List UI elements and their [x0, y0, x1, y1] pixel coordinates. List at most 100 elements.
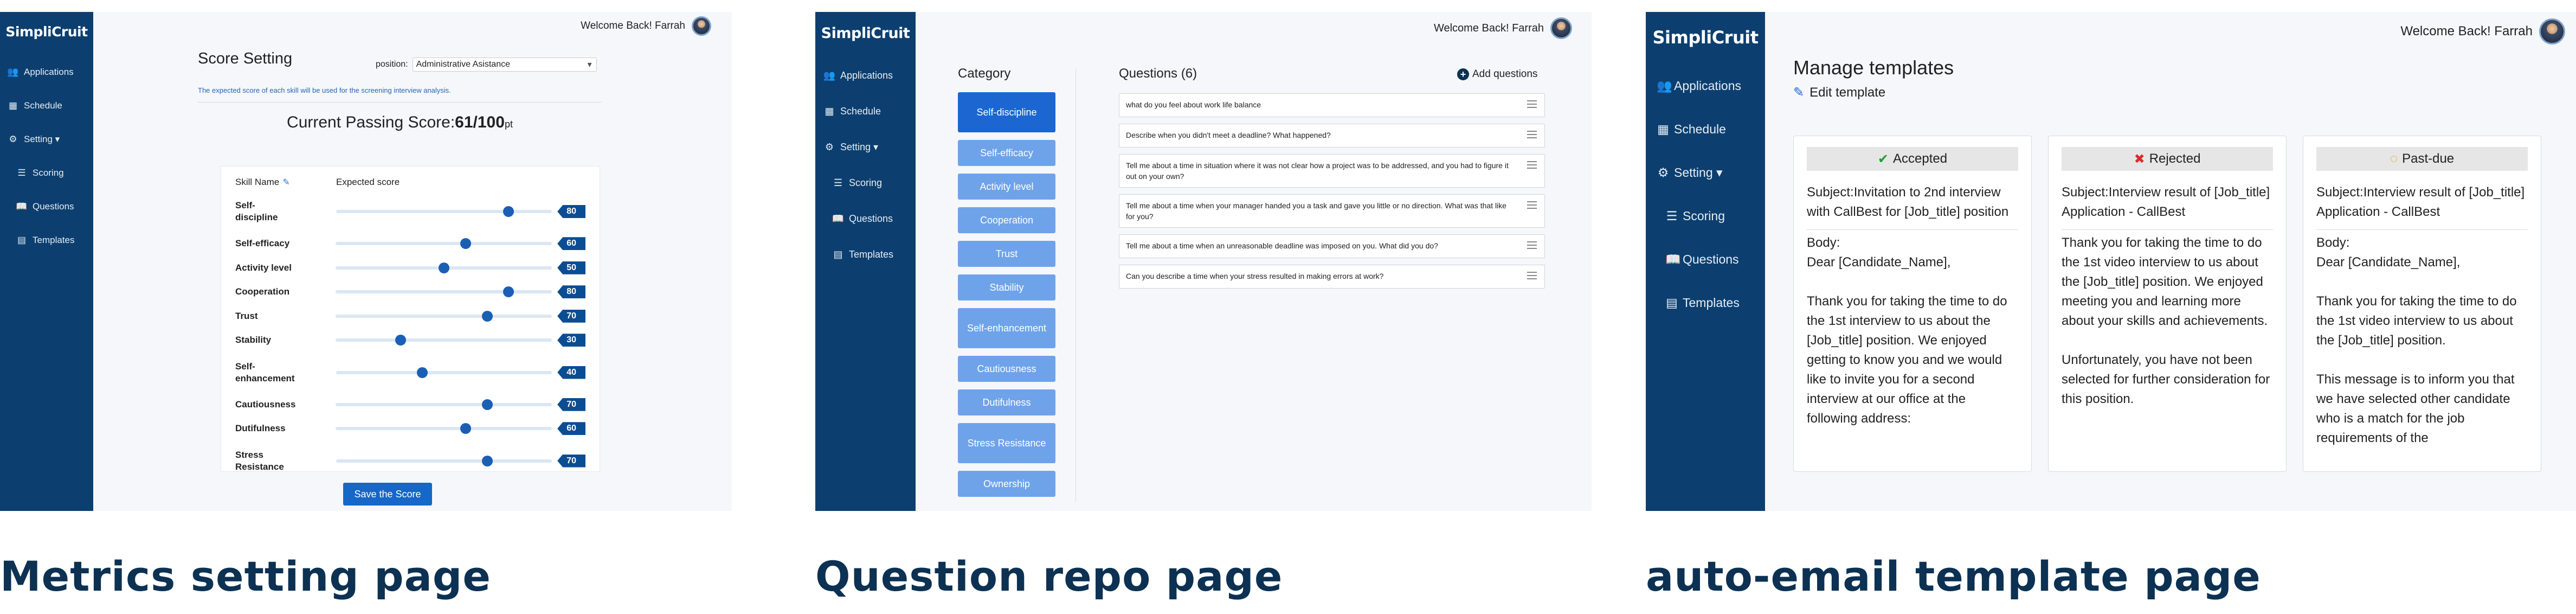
- plus-circle-icon: +: [1457, 68, 1469, 80]
- slider-handle[interactable]: [460, 238, 471, 250]
- drag-handle-icon[interactable]: [1527, 241, 1537, 249]
- sidebar-item-templates[interactable]: ▤ Templates: [1646, 281, 1765, 324]
- edit-icon[interactable]: ✎: [282, 178, 289, 187]
- score-value-badge: 60: [557, 237, 586, 251]
- welcome-text: Welcome Back! Farrah: [1433, 22, 1544, 34]
- user-gear-icon: ⚙: [825, 141, 834, 152]
- score-slider[interactable]: [336, 399, 552, 410]
- template-icon: ▤: [1666, 295, 1678, 310]
- avatar[interactable]: [1550, 17, 1572, 39]
- category-item[interactable]: Self-discipline: [958, 92, 1055, 132]
- template-card[interactable]: ✔ Accepted Subject:Invitation to 2nd inter…: [1793, 136, 2032, 472]
- category-item[interactable]: Self-enhancement: [958, 308, 1055, 348]
- cross-icon: ✖: [2134, 151, 2145, 167]
- passing-score: Current Passing Score:61/100pt: [198, 113, 602, 132]
- column-header-label: Skill Name: [235, 177, 280, 187]
- score-slider[interactable]: [336, 286, 552, 298]
- sidebar-item-schedule[interactable]: ▦ Schedule: [815, 93, 916, 129]
- save-score-button[interactable]: Save the Score: [343, 483, 432, 506]
- skill-row: Stability 30: [235, 328, 586, 353]
- position-label: position:: [376, 60, 408, 69]
- score-slider[interactable]: [336, 206, 552, 217]
- top-bar: Welcome Back! Farrah: [581, 16, 711, 36]
- slider-handle[interactable]: [460, 423, 471, 434]
- brand-logo: SimpliCruit: [821, 25, 910, 42]
- sidebar-item-setting[interactable]: ⚙ Setting ▾: [1646, 151, 1765, 194]
- sidebar-item-schedule[interactable]: ▦ Schedule: [1646, 107, 1765, 151]
- question-item[interactable]: Describe when you didn't meet a deadline…: [1119, 124, 1545, 148]
- slider-handle[interactable]: [481, 455, 493, 466]
- sidebar-item-applications[interactable]: 👥 Applications: [1646, 64, 1765, 107]
- users-icon: 👥: [7, 67, 19, 77]
- score-slider[interactable]: [336, 423, 552, 434]
- sidebar-item-setting[interactable]: ⚙ Setting ▾: [0, 123, 93, 156]
- sidebar-item-scoring[interactable]: ☰ Scoring: [1646, 194, 1765, 238]
- sidebar-item-templates[interactable]: ▤ Templates: [0, 223, 93, 257]
- drag-handle-icon[interactable]: [1527, 201, 1537, 209]
- avatar[interactable]: [692, 16, 711, 36]
- sidebar-item-setting[interactable]: ⚙ Setting ▾: [815, 129, 916, 165]
- slider-handle[interactable]: [481, 399, 493, 410]
- question-item[interactable]: what do you feel about work life balance: [1119, 93, 1545, 117]
- position-select[interactable]: Administrative Asistance: [412, 57, 597, 72]
- drag-handle-icon[interactable]: [1527, 131, 1537, 138]
- question-item[interactable]: Tell me about a time when your manager h…: [1119, 194, 1545, 228]
- category-item[interactable]: Stress Resistance: [958, 423, 1055, 463]
- slider-handle[interactable]: [503, 206, 514, 217]
- score-slider[interactable]: [336, 238, 552, 250]
- divider: [2062, 229, 2273, 230]
- category-item[interactable]: Trust: [958, 241, 1055, 267]
- category-item[interactable]: Cooperation: [958, 207, 1055, 233]
- score-slider[interactable]: [336, 335, 552, 346]
- score-value-badge: 70: [557, 309, 586, 323]
- category-item[interactable]: Self-efficacy: [958, 140, 1055, 166]
- score-slider[interactable]: [336, 367, 552, 378]
- slider-handle[interactable]: [438, 262, 449, 273]
- drag-handle-icon[interactable]: [1527, 161, 1537, 169]
- slider-handle[interactable]: [395, 335, 407, 346]
- drag-handle-icon[interactable]: [1527, 100, 1537, 108]
- score-slider[interactable]: [336, 310, 552, 322]
- question-item[interactable]: Can you describe a time when your stress…: [1119, 265, 1545, 289]
- avatar[interactable]: [2539, 18, 2565, 44]
- sidebar-item-label: Setting: [840, 141, 871, 152]
- calendar-icon: ▦: [825, 105, 834, 117]
- template-card[interactable]: ◌ Past-due Subject:Interview result of [Jo…: [2303, 136, 2541, 472]
- sidebar-item-label: Schedule: [840, 105, 881, 117]
- sidebar-item-questions[interactable]: 📖 Questions: [1646, 238, 1765, 281]
- sidebar-item-applications[interactable]: 👥 Applications: [0, 55, 93, 89]
- sidebar-item-questions[interactable]: 📖 Questions: [0, 190, 93, 223]
- question-item[interactable]: Tell me about a time in situation where …: [1119, 154, 1545, 188]
- sidebar-item-templates[interactable]: ▤ Templates: [815, 236, 916, 272]
- category-item[interactable]: Stability: [958, 274, 1055, 300]
- score-value-badge: 40: [557, 366, 585, 379]
- category-item[interactable]: Dutifulness: [958, 389, 1055, 415]
- drag-handle-icon[interactable]: [1527, 272, 1537, 279]
- question-item[interactable]: Tell me about a time when an unreasonabl…: [1119, 234, 1545, 258]
- book-icon: 📖: [16, 201, 28, 212]
- category-item[interactable]: Ownership: [958, 471, 1055, 497]
- sidebar-item-scoring[interactable]: ☰ Scoring: [0, 156, 93, 190]
- category-item[interactable]: Cautiousness: [958, 356, 1055, 382]
- email-template-screen: SimpliCruit 👥 Applications ▦ Schedule ⚙ Set…: [1646, 12, 2576, 511]
- score-slider[interactable]: [336, 262, 552, 273]
- sidebar-item-applications[interactable]: 👥 Applications: [815, 57, 916, 93]
- slider-handle[interactable]: [481, 310, 493, 322]
- slider-handle[interactable]: [417, 367, 428, 378]
- edit-template-link[interactable]: ✎ Edit template: [1793, 85, 1885, 100]
- sidebar-item-questions[interactable]: 📖 Questions: [815, 201, 916, 236]
- status-label: Accepted: [1893, 151, 1948, 166]
- skill-name: Self-efficacy: [235, 238, 290, 249]
- metrics-setting-screen: SimpliCruit 👥 Applications ▦ Schedule ⚙ Set…: [0, 12, 732, 511]
- template-card[interactable]: ✖ Rejected Subject:Interview result of [Jo…: [2048, 136, 2287, 472]
- slider-handle[interactable]: [503, 286, 514, 298]
- user-gear-icon: ⚙: [9, 134, 17, 144]
- sidebar-item-scoring[interactable]: ☰ Scoring: [815, 165, 916, 201]
- questions-title: Questions (6): [1119, 66, 1197, 81]
- skill-row: Trust 70: [235, 304, 586, 329]
- skill-row: Dutifulness 60: [235, 417, 586, 441]
- sidebar-item-schedule[interactable]: ▦ Schedule: [0, 89, 93, 123]
- score-slider[interactable]: [336, 455, 552, 466]
- add-questions-button[interactable]: + Add questions: [1457, 68, 1537, 80]
- category-item[interactable]: Activity level: [958, 174, 1055, 200]
